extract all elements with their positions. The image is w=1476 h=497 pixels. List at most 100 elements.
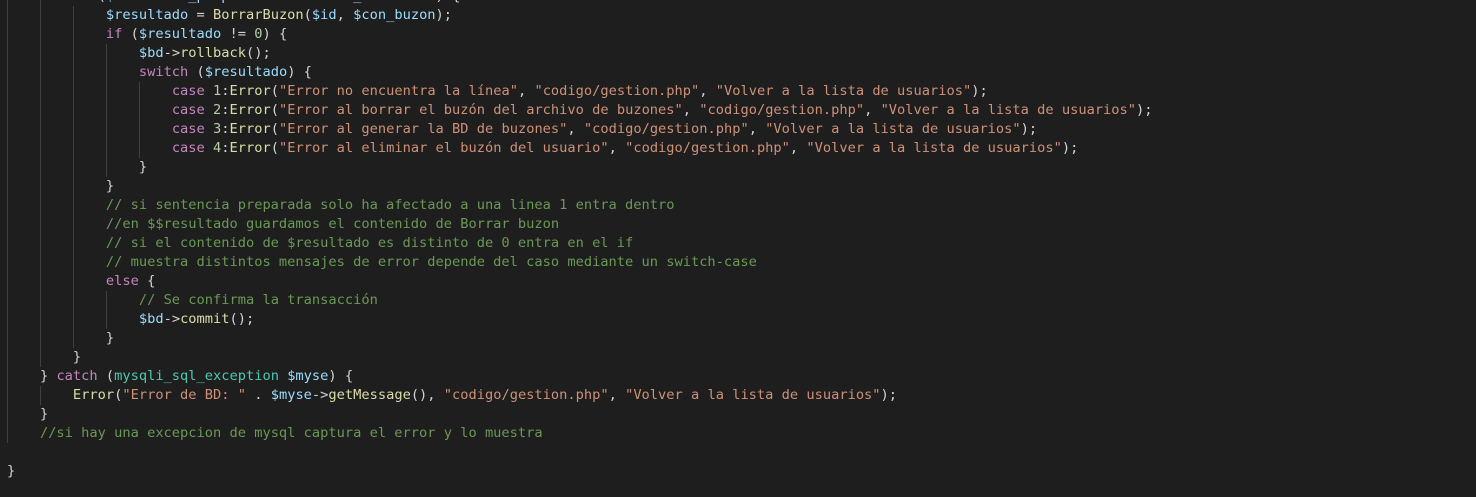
code-line[interactable]: }	[40, 405, 48, 424]
code-token: "Volver a la lista de usuarios"	[625, 387, 881, 403]
code-token: $resultado	[105, 7, 189, 23]
indent-guide	[72, 158, 74, 177]
code-line[interactable]: // muestra distintos mensajes de error d…	[106, 253, 757, 272]
code-token: $bd	[138, 45, 164, 61]
indent-guide	[138, 120, 140, 139]
indent-guide	[105, 101, 107, 120]
code-token: }	[105, 178, 115, 194]
code-line[interactable]: case 1:Error("Error no encuentra la líne…	[172, 82, 988, 101]
code-token: (	[188, 64, 205, 80]
indent-guide	[7, 196, 8, 215]
code-line[interactable]: else {	[106, 272, 155, 291]
indent-guide	[72, 101, 74, 120]
code-line[interactable]: case 3:Error("Error al generar la BD de …	[172, 120, 1037, 139]
code-token: "Volver a la lista de usuarios"	[765, 121, 1021, 137]
code-token: // si el contenido de $resultado es dist…	[105, 235, 634, 251]
code-line[interactable]: }	[139, 158, 147, 177]
code-token: 1	[427, 0, 435, 4]
indent-guide	[138, 101, 140, 120]
code-token: commit	[180, 311, 230, 327]
code-line[interactable]: // si el contenido de $resultado es dist…	[106, 234, 633, 253]
code-line[interactable]: //en $$resultado guardamos el contenido …	[106, 215, 559, 234]
indent-guide	[72, 139, 74, 158]
indent-guide	[39, 25, 41, 44]
code-line[interactable]: switch ($resultado) {	[139, 63, 312, 82]
code-token: "Error no encuentra la línea"	[278, 83, 518, 99]
code-token: "codigo/gestion.php"	[583, 121, 749, 137]
code-line[interactable]: case 4:Error("Error al eliminar el buzón…	[172, 139, 1079, 158]
code-token: if	[73, 0, 89, 4]
indent-guide	[39, 253, 41, 272]
code-token: (	[270, 102, 279, 118]
indent-guide	[7, 329, 8, 348]
indent-guide	[39, 44, 41, 63]
code-token: $resultado	[138, 26, 222, 42]
code-token: "codigo/gestion.php"	[534, 83, 700, 99]
indent-guide	[39, 139, 41, 158]
code-line[interactable]: // si sentencia preparada solo ha afecta…	[106, 196, 675, 215]
code-token: else	[105, 273, 139, 289]
indent-guide	[105, 291, 107, 310]
indent-guide	[39, 63, 41, 82]
indent-guide	[39, 196, 41, 215]
code-line[interactable]: if ($resultado != 0) {	[106, 25, 287, 44]
code-token: $sentencia_preparada	[106, 0, 271, 4]
code-line[interactable]: }	[73, 348, 81, 367]
indent-guide	[7, 272, 8, 291]
indent-guide	[7, 6, 8, 25]
indent-guide	[39, 329, 41, 348]
indent-guide	[7, 234, 8, 253]
code-token: case	[171, 140, 205, 156]
indent-guide	[7, 139, 8, 158]
indent-guide	[105, 82, 107, 101]
code-token: );	[435, 7, 453, 23]
code-token: ,	[608, 140, 626, 156]
code-token: ();	[229, 311, 255, 327]
code-token: "codigo/gestion.php"	[443, 387, 609, 403]
indent-guide	[39, 291, 41, 310]
code-line[interactable]: $bd->rollback();	[139, 44, 271, 63]
indent-guide	[72, 272, 74, 291]
code-token: // Se confirma la transacción	[138, 292, 378, 308]
indent-guide	[72, 63, 74, 82]
indent-guide	[7, 291, 8, 310]
code-token: (	[270, 121, 279, 137]
code-token: }	[39, 406, 49, 422]
code-token: (	[89, 0, 106, 4]
code-token: mysqli_sql_exception	[114, 368, 279, 384]
code-line[interactable]: Error("Error de BD: " . $myse->getMessag…	[73, 386, 897, 405]
code-line[interactable]: }	[7, 462, 15, 481]
code-line[interactable]: // Se confirma la transacción	[139, 291, 378, 310]
code-line[interactable]: } catch (mysqli_sql_exception $myse) {	[40, 367, 353, 386]
code-line[interactable]: $resultado = BorrarBuzon($id, $con_buzon…	[106, 6, 452, 25]
code-token: ,	[864, 102, 881, 118]
code-token: "Error al generar la BD de buzones"	[278, 121, 568, 137]
code-token: );	[971, 83, 988, 99]
code-token: ,	[336, 7, 354, 23]
code-token: ,	[682, 102, 700, 118]
code-line[interactable]: case 2:Error("Error al borrar el buzón d…	[172, 101, 1153, 120]
code-token: //en $$resultado guardamos el contenido …	[105, 216, 560, 232]
code-token: $con_buzon	[353, 7, 436, 23]
code-line[interactable]: }	[106, 329, 114, 348]
code-line[interactable]: }	[106, 177, 114, 196]
indent-guide	[105, 63, 107, 82]
indent-guide	[72, 177, 74, 196]
indent-guide	[105, 158, 107, 177]
indent-guide	[7, 310, 8, 329]
code-token: .	[245, 387, 271, 403]
indent-guide	[138, 139, 140, 158]
code-token: "Volver a la lista de usuarios"	[715, 83, 972, 99]
code-token: "Volver a la lista de usuarios"	[880, 102, 1137, 118]
code-line[interactable]: //si hay una excepcion de mysql captura …	[40, 424, 543, 443]
code-editor[interactable]: if ($sentencia_preparada->affected_rows …	[0, 0, 1476, 497]
code-token: (	[270, 140, 279, 156]
code-token: }	[7, 463, 16, 479]
code-token: // muestra distintos mensajes de error d…	[105, 254, 757, 270]
code-line[interactable]: $bd->commit();	[139, 310, 254, 329]
code-token: ->	[311, 387, 329, 403]
indent-guide	[7, 367, 8, 386]
code-token: (	[270, 83, 279, 99]
code-token: ,	[699, 83, 716, 99]
